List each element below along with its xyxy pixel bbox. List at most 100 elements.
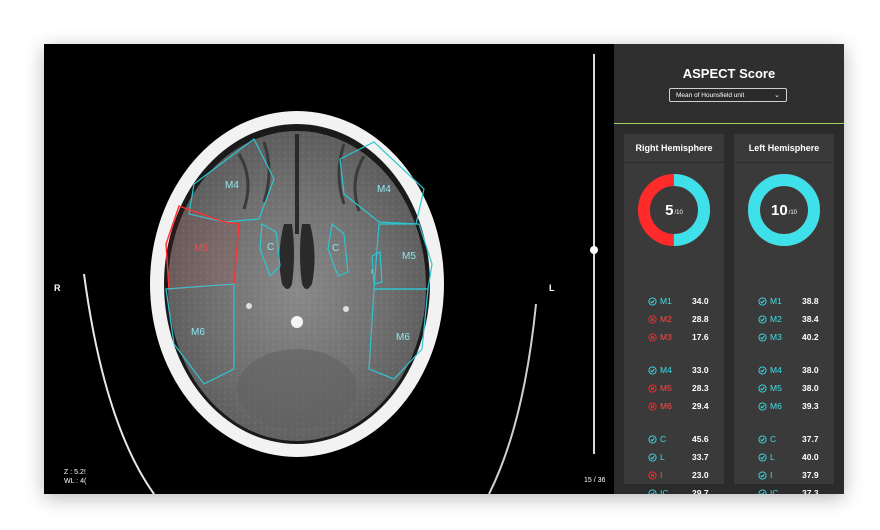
- metric-select[interactable]: Mean of Hounsfield unit ⌄: [669, 88, 787, 102]
- region-label-i-left: I: [371, 269, 373, 276]
- check-circle-icon: [758, 365, 767, 375]
- region-hu-value: 17.6: [692, 332, 709, 342]
- region-name: L: [660, 452, 665, 462]
- check-circle-icon: [758, 434, 767, 444]
- x-circle-icon: [648, 314, 657, 324]
- region-row-m4: M4 33.0: [648, 363, 709, 377]
- region-label-m4-right: M4: [225, 180, 239, 191]
- region-name: M3: [660, 332, 672, 342]
- region-hu-value: 38.4: [802, 314, 819, 324]
- score-max: /10: [674, 209, 683, 216]
- region-name: C: [770, 434, 777, 444]
- slice-scrollbar[interactable]: [593, 54, 595, 454]
- aspect-score-panel: ASPECT Score Mean of Hounsfield unit ⌄ R…: [614, 44, 844, 494]
- hemisphere-title: Right Hemisphere: [624, 134, 724, 163]
- metric-select-value: Mean of Hounsfield unit: [676, 92, 745, 99]
- table-arc: [83, 273, 155, 494]
- region-name: IC: [770, 488, 779, 494]
- ct-image-viewer[interactable]: M4 M5 M6 C C M4 M5 M6 I R L Z : 5.2! WL …: [44, 44, 614, 494]
- region-label-m6-left: M6: [396, 332, 410, 343]
- score-max: /10: [788, 209, 798, 216]
- chevron-down-icon: ⌄: [774, 92, 780, 99]
- region-name: M4: [770, 365, 782, 375]
- x-circle-icon: [648, 332, 657, 342]
- region-name: C: [660, 434, 667, 444]
- region-name: M1: [770, 296, 782, 306]
- check-circle-icon: [758, 383, 767, 393]
- slice-counter: 15 / 36: [584, 477, 606, 484]
- score-value: 5: [665, 201, 674, 219]
- slice-scrollbar-thumb[interactable]: [590, 246, 598, 254]
- aspect-viewer-window: M4 M5 M6 C C M4 M5 M6 I R L Z : 5.2! WL …: [44, 44, 844, 494]
- region-hu-value: 40.2: [802, 332, 819, 342]
- region-name: L: [770, 452, 775, 462]
- region-hu-value: 38.8: [802, 296, 819, 306]
- check-circle-icon: [758, 488, 767, 494]
- region-hu-value: 37.9: [802, 470, 819, 480]
- region-row-m4: M4 38.0: [758, 363, 819, 377]
- z-position-readout: Z : 5.2!: [64, 469, 86, 476]
- check-circle-icon: [648, 434, 657, 444]
- region-name: M4: [660, 365, 672, 375]
- region-hu-value: 29.7: [692, 488, 709, 494]
- region-row-c: C 45.6: [648, 432, 709, 446]
- region-name: M2: [770, 314, 782, 324]
- region-row-i: I 37.9: [758, 468, 819, 482]
- region-row-m2: M2 28.8: [648, 312, 709, 326]
- check-circle-icon: [758, 452, 767, 462]
- region-label-m5-left: M5: [402, 251, 416, 262]
- pineal-calcification: [291, 316, 303, 328]
- region-hu-value: 34.0: [692, 296, 709, 306]
- region-row-l: L 40.0: [758, 450, 819, 464]
- check-circle-icon: [648, 452, 657, 462]
- region-row-m6: M6 29.4: [648, 399, 709, 413]
- region-name: M3: [770, 332, 782, 342]
- region-hu-value: 40.0: [802, 452, 819, 462]
- region-row-m1: M1 38.8: [758, 294, 819, 308]
- panel-header: ASPECT Score Mean of Hounsfield unit ⌄: [614, 44, 844, 124]
- orientation-left-label: L: [549, 283, 555, 293]
- orientation-right-label: R: [54, 283, 61, 293]
- region-name: I: [660, 470, 663, 480]
- region-hu-value: 33.0: [692, 365, 709, 375]
- table-arc: [488, 303, 537, 494]
- region-row-l: L 33.7: [648, 450, 709, 464]
- score-readout: 5/10: [636, 172, 712, 248]
- region-name: M6: [770, 401, 782, 411]
- region-name: I: [770, 470, 773, 480]
- region-label-m6-right: M6: [191, 327, 205, 338]
- region-name: M5: [770, 383, 782, 393]
- region-name: M6: [660, 401, 672, 411]
- x-circle-icon: [648, 401, 657, 411]
- region-hu-value: 38.0: [802, 383, 819, 393]
- check-circle-icon: [648, 488, 657, 494]
- region-row-m1: M1 34.0: [648, 294, 709, 308]
- score-value: 10: [770, 201, 788, 219]
- region-row-m5: M5 28.3: [648, 381, 709, 395]
- check-circle-icon: [648, 365, 657, 375]
- check-circle-icon: [758, 296, 767, 306]
- check-circle-icon: [758, 314, 767, 324]
- region-row-m5: M5 38.0: [758, 381, 819, 395]
- region-name: M2: [660, 314, 672, 324]
- check-circle-icon: [758, 470, 767, 480]
- left-hemisphere-card: Left Hemisphere 10/10 M1 38.8 M2 38.4 M3 40.2 M4…: [734, 134, 834, 494]
- region-label-c-left: C: [332, 243, 339, 254]
- region-row-c: C 37.7: [758, 432, 819, 446]
- x-circle-icon: [648, 470, 657, 480]
- region-hu-value: 37.3: [802, 488, 819, 494]
- region-row-m2: M2 38.4: [758, 312, 819, 326]
- region-row-ic: IC 37.3: [758, 486, 819, 494]
- region-hu-value: 38.0: [802, 365, 819, 375]
- region-hu-value: 45.6: [692, 434, 709, 444]
- region-hu-value: 28.8: [692, 314, 709, 324]
- right-hemisphere-card: Right Hemisphere 5/10 M1 34.0 M2 28.8 M3 17.6 M4…: [624, 134, 724, 494]
- region-name: M5: [660, 383, 672, 393]
- brain-ct-scan: M4 M5 M6 C C M4 M5 M6 I: [83, 111, 537, 494]
- region-hu-value: 39.3: [802, 401, 819, 411]
- region-row-i: I 23.0: [648, 468, 709, 482]
- region-hu-value: 33.7: [692, 452, 709, 462]
- region-row-m6: M6 39.3: [758, 399, 819, 413]
- region-label-m4-left: M4: [377, 184, 391, 195]
- panel-title: ASPECT Score: [682, 66, 776, 81]
